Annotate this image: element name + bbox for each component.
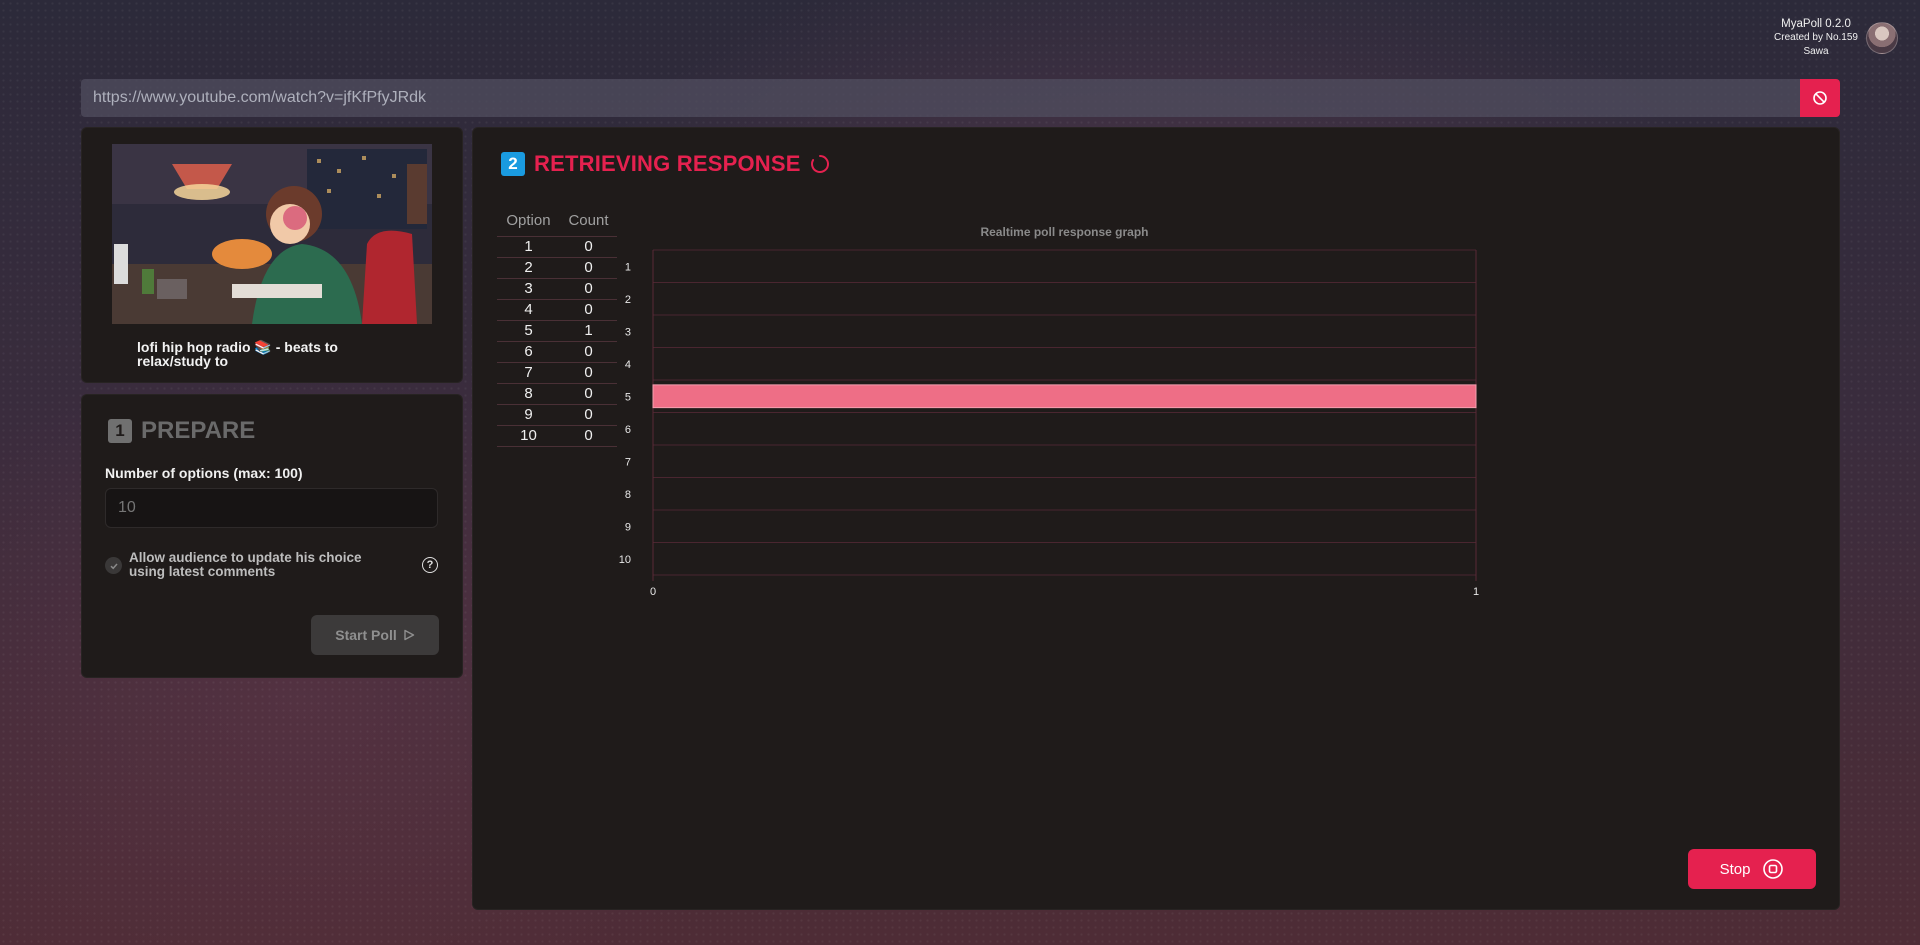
stop-label: Stop [1719,860,1751,878]
y-tick-label: 9 [625,521,631,533]
bar-option-5 [652,384,1477,409]
x-tick-label: 1 [1473,586,1479,598]
video-url-input[interactable] [93,89,1788,107]
app-author: Sawa [1803,46,1829,57]
app-info: MyaPoll 0.2.0 Created by No.159 Sawa [1774,17,1858,59]
poll-response-chart: Realtime poll response graph 12345678910… [619,225,1479,598]
video-title: lofi hip hop radio 📚 - beats to relax/st… [137,339,338,369]
start-poll-label: Start Poll [335,627,397,643]
y-tick-label: 4 [625,359,631,371]
y-tick-label: 8 [625,489,631,501]
ban-icon [1813,91,1827,105]
y-tick-label: 3 [625,326,631,338]
start-poll-button[interactable]: Start Poll [311,615,439,655]
prepare-title: PREPARE [141,417,256,444]
check-icon [109,563,118,569]
y-tick-label: 7 [625,456,631,468]
video-panel: lofi hip hop radio 📚 - beats to relax/st… [81,127,463,383]
stop-button[interactable]: Stop [1688,849,1816,889]
help-icon[interactable]: ? [422,557,438,573]
chart-title: Realtime poll response graph [980,225,1148,239]
options-count-input[interactable] [105,488,438,528]
url-bar [81,79,1800,117]
step-number: 1 [108,419,132,443]
app-name: MyaPoll 0.2.0 [1781,18,1851,30]
prepare-panel: 1 PREPARE Number of options (max: 100) A… [81,394,463,678]
stop-icon [1763,859,1784,879]
chart-bars [652,384,1477,409]
x-tick-label: 0 [650,586,656,598]
y-tick-label: 10 [619,554,631,566]
prepare-header: 1 PREPARE [108,417,255,445]
response-panel: 2 RETRIEVING RESPONSE Option Count 10 20… [472,127,1840,910]
allow-update-checkbox[interactable] [105,557,122,574]
avatar[interactable] [1866,22,1898,54]
video-thumbnail-image [112,144,432,324]
y-tick-label: 1 [625,261,631,273]
chart-y-tick-labels: 1 2 3 4 5 6 7 8 9 10 [619,261,631,566]
y-tick-label: 5 [625,391,631,403]
y-tick-label: 2 [625,294,631,306]
play-icon [404,629,414,641]
allow-update-label: Allow audience to update his choice usin… [129,550,362,579]
chart-x-tick-labels: 01 [650,586,1479,598]
video-thumbnail[interactable] [112,144,432,324]
options-label: Number of options (max: 100) [105,465,303,481]
url-disconnect-button[interactable] [1800,79,1840,117]
app-created-by: Created by No.159 [1774,32,1858,43]
chart-grid [652,249,1477,581]
y-tick-label: 6 [625,424,631,436]
